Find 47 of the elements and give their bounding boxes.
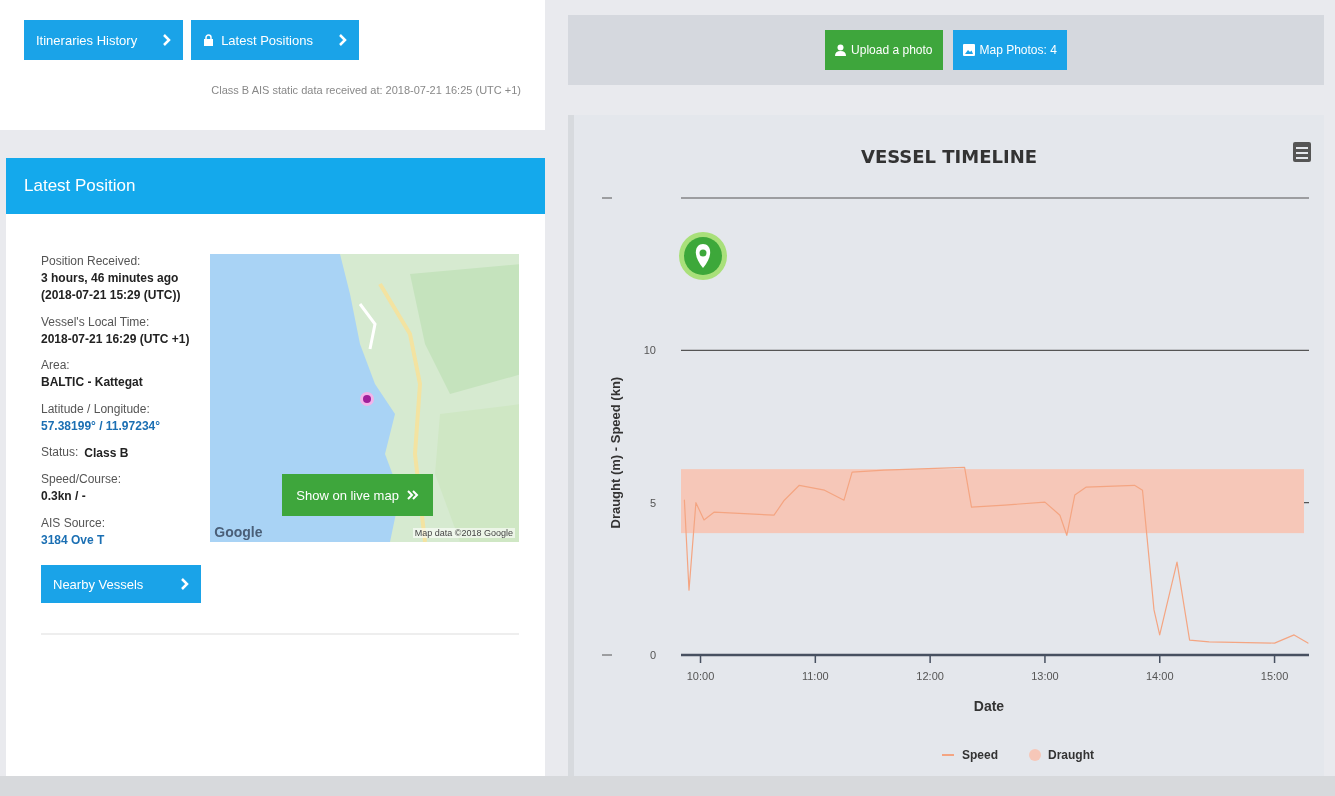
panel-header: Latest Position bbox=[6, 158, 545, 214]
status-note: Class B AIS static data received at: 2018-07-21 16:25 (UTC +1) bbox=[210, 84, 522, 96]
field-label: Status: bbox=[41, 444, 79, 461]
x-tick-label: 10:00 bbox=[686, 670, 715, 682]
y-tick-label: 0 bbox=[649, 649, 656, 661]
x-tick-label: 15:00 bbox=[1260, 670, 1289, 682]
x-tick-label: 13:00 bbox=[1031, 670, 1059, 682]
field-label: Vessel's Local Time: bbox=[41, 314, 151, 329]
image-icon bbox=[962, 44, 975, 56]
x-tick-label: 12:00 bbox=[916, 670, 944, 682]
nav-button[interactable]: Latest Positions bbox=[191, 20, 359, 60]
upload-photo-button[interactable]: Upload a photo bbox=[825, 30, 943, 70]
lock-icon bbox=[203, 34, 215, 46]
field-value: 3 hours, 46 minutes ago (2018-07-21 15:29 (UTC)) bbox=[41, 270, 182, 305]
field-value: 0.3kn / - bbox=[41, 488, 87, 506]
chevron-icon bbox=[162, 34, 172, 46]
x-tick-label: 14:00 bbox=[1146, 670, 1174, 682]
field-value: Class B bbox=[84, 444, 129, 462]
x-tick-label: 11:00 bbox=[801, 670, 829, 682]
field-label: Speed/Course: bbox=[41, 472, 123, 487]
field-link[interactable]: 3184 Ove T bbox=[41, 531, 205, 550]
field-link[interactable]: 57.38199° / 11.97234° bbox=[41, 417, 205, 435]
chevron-icon bbox=[337, 34, 347, 46]
map-photos-button[interactable]: Map Photos: 4 bbox=[952, 30, 1067, 70]
field-label: Position Received: bbox=[41, 254, 142, 268]
nav-button[interactable]: Itineraries History bbox=[24, 20, 184, 60]
field-value: 2018-07-21 16:29 (UTC +1) bbox=[41, 330, 191, 348]
menu-icon bbox=[1293, 142, 1311, 162]
double-chevron-icon bbox=[406, 490, 419, 500]
field-label: Area: bbox=[41, 358, 71, 373]
y-tick-label: 10 bbox=[643, 344, 656, 357]
chevron-icon bbox=[180, 578, 189, 591]
y-tick-label: 5 bbox=[649, 496, 656, 509]
field-label: Latitude / Longitude: bbox=[41, 401, 151, 416]
legend-label: Draught bbox=[1048, 748, 1094, 762]
map-logo: Google bbox=[214, 524, 263, 540]
field-label: AIS Source: bbox=[41, 515, 107, 530]
x-axis-label: Date bbox=[973, 698, 1005, 714]
user-icon bbox=[835, 44, 847, 56]
show-on-map-button[interactable]: Show on live map bbox=[282, 474, 433, 516]
location-pin-icon bbox=[679, 232, 727, 280]
nearby-vessels-button[interactable]: Nearby Vessels bbox=[41, 565, 201, 604]
y-axis-label: Draught (m) - Speed (kn) bbox=[608, 376, 623, 529]
chart-title: VESSEL TIMELINE bbox=[860, 146, 1038, 167]
legend-label: Speed bbox=[962, 748, 998, 762]
map-attribution: Map data ©2018 Google bbox=[412, 528, 515, 538]
field-value: BALTIC - Kattegat bbox=[41, 374, 144, 392]
